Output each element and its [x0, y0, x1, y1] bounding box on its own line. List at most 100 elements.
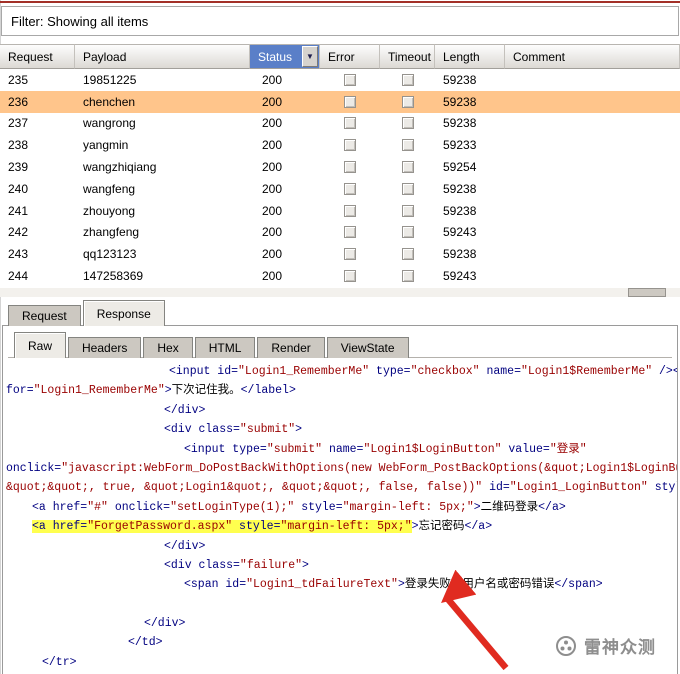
error-checkbox[interactable] — [344, 95, 356, 108]
cell-error — [320, 178, 380, 200]
code-line: </div> — [164, 403, 206, 417]
cell-status: 200 — [262, 203, 283, 218]
column-header-comment[interactable]: Comment — [505, 44, 680, 69]
timeout-checkbox[interactable] — [401, 204, 414, 217]
column-header-status-label: Status — [258, 49, 293, 64]
table-row[interactable]: 243 qq123123 200 59238 — [0, 243, 680, 265]
column-header-error[interactable]: Error — [320, 44, 380, 69]
table-row[interactable]: 239 wangzhiqiang 200 59254 — [0, 156, 680, 178]
cell-timeout — [380, 113, 435, 135]
cell-payload: zhangfeng — [83, 225, 140, 240]
cell-error — [320, 134, 380, 156]
cell-request: 237 — [8, 116, 29, 131]
cell-payload: wangzhiqiang — [83, 160, 157, 175]
timeout-checkbox[interactable] — [401, 139, 414, 152]
cell-payload: 147258369 — [83, 269, 144, 284]
code-line: onclick="javascript:WebForm_DoPostBackWi… — [6, 461, 677, 475]
code-line: <div class="failure"> — [164, 558, 309, 572]
table-row[interactable]: 244 147258369 200 59243 — [0, 265, 680, 287]
sort-direction-button[interactable]: ▼ — [302, 46, 318, 67]
cell-timeout — [380, 134, 435, 156]
tab-html[interactable]: HTML — [194, 337, 256, 358]
code-line: <a href="#" onclick="setLoginType(1);" s… — [32, 500, 566, 514]
timeout-checkbox[interactable] — [401, 95, 414, 108]
cell-status: 200 — [262, 269, 283, 284]
cell-length: 59243 — [443, 269, 477, 284]
error-checkbox[interactable] — [344, 117, 356, 130]
cell-request: 240 — [8, 181, 29, 196]
error-checkbox[interactable] — [344, 161, 356, 174]
code-line: </div> — [144, 617, 186, 631]
error-checkbox[interactable] — [344, 73, 356, 86]
cell-length: 59233 — [443, 138, 477, 153]
timeout-checkbox[interactable] — [401, 161, 414, 174]
code-view[interactable]: <input id="Login1_RememberMe" type="chec… — [4, 362, 677, 674]
column-header-length[interactable]: Length — [435, 44, 505, 69]
cell-length: 59238 — [443, 94, 477, 109]
table-row[interactable]: 240 wangfeng 200 59238 — [0, 178, 680, 200]
error-checkbox[interactable] — [344, 204, 356, 217]
code-line: for="Login1_RememberMe">下次记住我。</label> — [6, 384, 296, 398]
code-line: </div> — [164, 539, 206, 553]
error-checkbox[interactable] — [344, 182, 356, 195]
cell-timeout — [380, 243, 435, 265]
error-checkbox[interactable] — [344, 226, 356, 239]
tab-viewstate[interactable]: ViewState — [326, 337, 409, 358]
timeout-checkbox[interactable] — [401, 270, 414, 283]
cell-status: 200 — [262, 116, 283, 131]
table-body: 235 19851225 200 59238 236 chenchen 200 59238 23… — [0, 69, 680, 288]
table-row[interactable]: 236 chenchen 200 59238 — [0, 90, 680, 113]
timeout-checkbox[interactable] — [401, 117, 414, 130]
cell-status: 200 — [262, 160, 283, 175]
error-checkbox[interactable] — [344, 248, 356, 261]
cell-comment — [505, 265, 680, 287]
column-header-payload[interactable]: Payload — [75, 44, 250, 69]
table-row[interactable]: 238 yangmin 200 59233 — [0, 134, 680, 156]
table-row[interactable]: 242 zhangfeng 200 59243 — [0, 222, 680, 244]
timeout-checkbox[interactable] — [401, 73, 414, 86]
cell-length: 59243 — [443, 225, 477, 240]
table-hscrollbar-thumb[interactable] — [628, 288, 666, 297]
cell-comment — [505, 178, 680, 200]
cell-payload: yangmin — [83, 138, 129, 153]
cell-comment — [505, 200, 680, 222]
column-header-timeout[interactable]: Timeout — [380, 44, 435, 69]
column-header-status[interactable]: Status ▼ — [250, 44, 320, 69]
cell-length: 59238 — [443, 72, 477, 87]
watermark-text: 雷神众测 — [584, 638, 656, 657]
filter-bar[interactable]: Filter: Showing all items — [1, 6, 679, 36]
tab-request[interactable]: Request — [8, 305, 81, 326]
cell-request: 238 — [8, 138, 29, 153]
tab-render[interactable]: Render — [257, 337, 325, 358]
table-row[interactable]: 237 wangrong 200 59238 — [0, 113, 680, 135]
cell-error — [320, 91, 380, 113]
filter-label: Filter: Showing all items — [11, 13, 149, 29]
cell-status: 200 — [262, 138, 283, 153]
cell-request: 239 — [8, 160, 29, 175]
cell-status: 200 — [262, 94, 283, 109]
error-checkbox[interactable] — [344, 270, 356, 283]
timeout-checkbox[interactable] — [401, 248, 414, 261]
table-row[interactable]: 241 zhouyong 200 59238 — [0, 200, 680, 222]
table-row[interactable]: 235 19851225 200 59238 — [0, 69, 680, 91]
watermark-logo-icon — [556, 635, 576, 656]
tab-headers[interactable]: Headers — [68, 337, 142, 358]
tab-raw[interactable]: Raw — [14, 332, 67, 358]
error-checkbox[interactable] — [344, 139, 356, 152]
table-hscrollbar[interactable] — [0, 288, 680, 297]
tab-response[interactable]: Response — [82, 300, 165, 326]
code-line: <input type="submit" name="Login1$LoginB… — [184, 442, 587, 456]
tab-hex[interactable]: Hex — [143, 337, 193, 358]
timeout-checkbox[interactable] — [401, 182, 414, 195]
column-header-request[interactable]: Request — [0, 44, 75, 69]
cell-payload: zhouyong — [83, 203, 136, 218]
cell-comment — [505, 134, 680, 156]
timeout-checkbox[interactable] — [401, 226, 414, 239]
code-line: <input id="Login1_RememberMe" type="chec… — [169, 365, 677, 378]
cell-request: 236 — [8, 94, 29, 109]
cell-payload: wangrong — [83, 116, 136, 131]
cell-status: 200 — [262, 247, 283, 262]
code-line: <a href="ForgetPassword.aspx" style="mar… — [32, 520, 493, 534]
cell-error — [320, 265, 380, 287]
cell-comment — [505, 156, 680, 178]
